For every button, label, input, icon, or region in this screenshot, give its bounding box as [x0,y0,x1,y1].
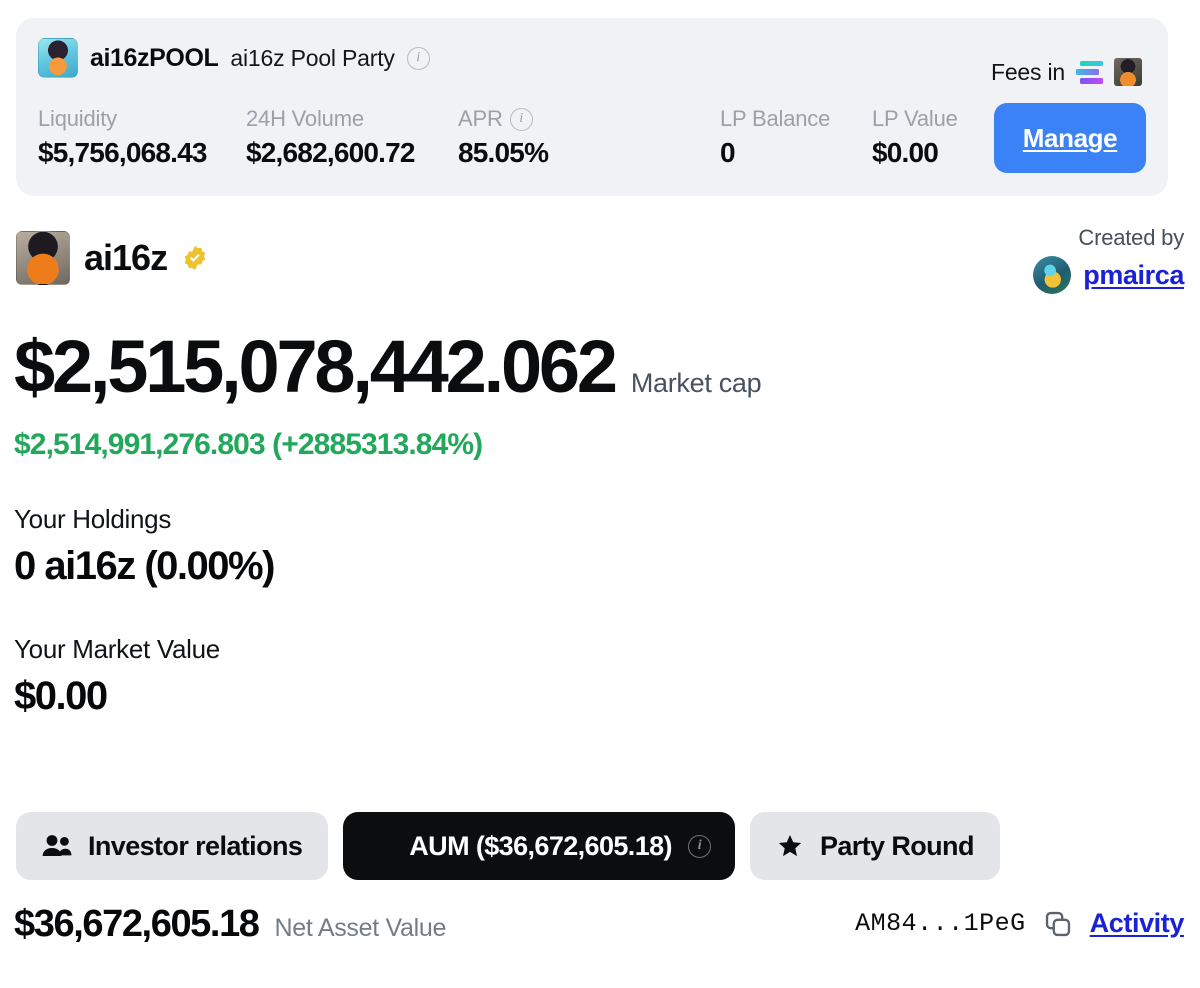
apr-info-icon[interactable]: i [510,108,533,131]
market-cap-value: $2,515,078,442.062 [14,330,615,404]
star-icon [776,833,804,860]
pool-symbol: ai16zPOOL [90,44,218,73]
action-buttons: Investor relations AUM ($36,672,605.18) … [16,812,1000,880]
stat-lp-balance-label: LP Balance [720,106,872,132]
manage-button[interactable]: Manage [994,103,1146,173]
market-cap-label: Market cap [631,368,762,399]
aum-info-icon[interactable]: i [688,835,711,858]
pool-lp-stats: LP Balance 0 LP Value $0.00 Manage [720,106,1146,173]
creator-row[interactable]: pmairca [1033,256,1184,294]
net-asset-value-row: $36,672,605.18 Net Asset Value [14,903,446,946]
copy-icon[interactable] [1044,910,1072,938]
market-cap-row: $2,515,078,442.062 Market cap [14,330,761,404]
token-detail-page: ai16zPOOL ai16z Pool Party i Fees in Liq… [0,0,1200,988]
stat-liquidity-value: $5,756,068.43 [38,137,246,169]
party-round-label: Party Round [820,831,974,862]
stat-apr-label: APR i [458,106,708,132]
fees-in-label: Fees in [991,59,1065,86]
holdings-label: Your Holdings [14,504,171,535]
market-value-value: $0.00 [14,674,107,719]
stat-apr-label-text: APR [458,106,503,132]
net-asset-value-label: Net Asset Value [275,914,447,943]
stat-volume-label: 24H Volume [246,106,458,132]
created-by-group: Created by pmairca [1033,225,1184,294]
ai16z-avatar [16,231,70,285]
aum-button[interactable]: AUM ($36,672,605.18) i [343,812,735,880]
creator-avatar [1033,256,1071,294]
net-asset-value-amount: $36,672,605.18 [14,903,259,946]
pool-header: ai16zPOOL ai16z Pool Party i [38,38,430,78]
stat-lp-balance: LP Balance 0 [720,106,872,169]
fees-in-group: Fees in [991,58,1142,86]
solana-icon [1076,61,1103,84]
creator-link[interactable]: pmairca [1083,260,1184,291]
pool-stats: Liquidity $5,756,068.43 24H Volume $2,68… [38,106,708,169]
stat-liquidity: Liquidity $5,756,068.43 [38,106,246,169]
pool-summary-card: ai16zPOOL ai16z Pool Party i Fees in Liq… [16,18,1168,196]
investor-relations-button[interactable]: Investor relations [16,812,328,880]
activity-link[interactable]: Activity [1090,908,1184,939]
address-row: AM84...1PeG Activity [855,908,1184,939]
stack-icon [367,834,393,858]
stat-apr: APR i 85.05% [458,106,708,169]
pool-token-avatar [38,38,78,78]
stat-volume: 24H Volume $2,682,600.72 [246,106,458,169]
stat-volume-value: $2,682,600.72 [246,137,458,169]
market-cap-change: $2,514,991,276.803 (+2885313.84%) [14,428,482,462]
stat-lp-value-label: LP Value [872,106,994,132]
stat-lp-value: LP Value $0.00 [872,106,994,169]
stat-lp-value-value: $0.00 [872,137,994,169]
investor-relations-label: Investor relations [88,831,302,862]
token-header: ai16z [16,231,209,285]
market-value-label: Your Market Value [14,634,220,665]
people-icon [42,833,72,859]
holdings-value: 0 ai16z (0.00%) [14,544,274,589]
ai16z-token-icon [1114,58,1142,86]
aum-label: AUM ($36,672,605.18) [409,831,672,862]
stat-lp-balance-value: 0 [720,137,872,169]
party-round-button[interactable]: Party Round [750,812,1000,880]
token-name: ai16z [84,237,167,279]
pool-name: ai16z Pool Party [230,45,394,72]
contract-address[interactable]: AM84...1PeG [855,909,1026,938]
stat-liquidity-label: Liquidity [38,106,246,132]
stat-apr-value: 85.05% [458,137,708,169]
pool-info-icon[interactable]: i [407,47,430,70]
verified-badge-icon [181,244,209,272]
created-by-label: Created by [1078,225,1184,251]
